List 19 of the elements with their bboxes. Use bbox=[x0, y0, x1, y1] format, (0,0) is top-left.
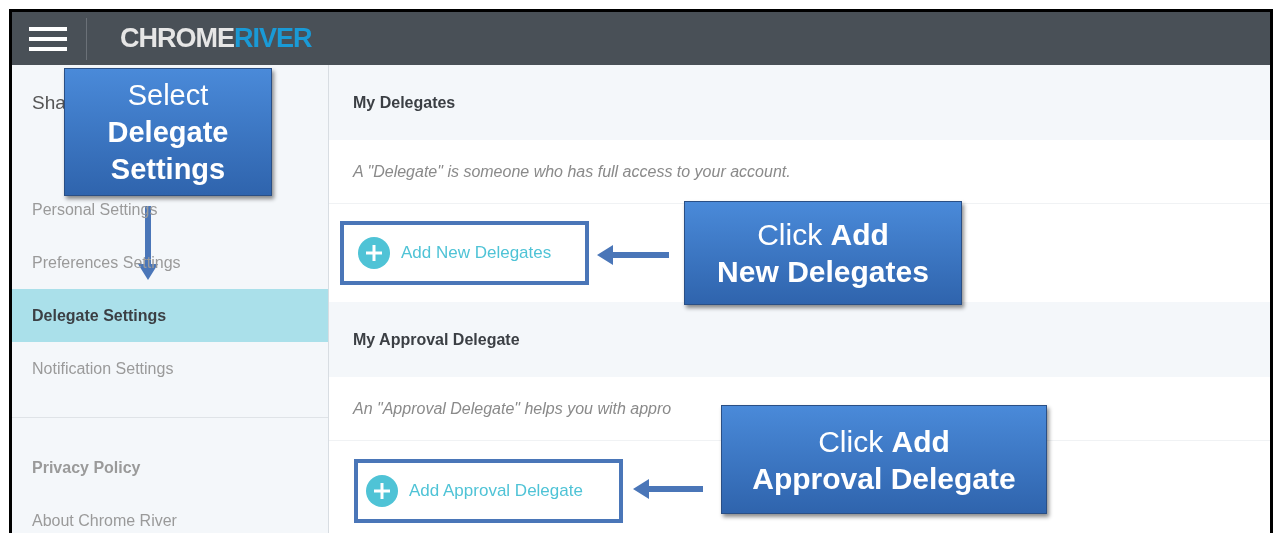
instruction-tooltip: Click Add New Delegates bbox=[684, 201, 962, 305]
plus-icon bbox=[366, 475, 398, 507]
section-title: My Delegates bbox=[353, 92, 456, 113]
instruction-tooltip: Click Add Approval Delegate bbox=[721, 405, 1047, 514]
left-arrow bbox=[597, 245, 669, 265]
left-arrow bbox=[633, 479, 703, 499]
add-delegate-button[interactable]: Add New Delegates bbox=[358, 237, 552, 269]
section-description: A "Delegate" is someone who has full access to your account. bbox=[353, 161, 791, 182]
instruction-tooltip: Select Delegate Settings bbox=[64, 68, 272, 196]
add-delegate-button[interactable]: Add Approval Delegate bbox=[366, 475, 583, 507]
sidebar-item[interactable]: Notification Settings bbox=[12, 342, 328, 395]
sidebar-item[interactable]: Delegate Settings bbox=[12, 289, 328, 342]
sidebar-link[interactable]: About Chrome River bbox=[12, 494, 328, 533]
section-description: An "Approval Delegate" helps you with appro bbox=[353, 398, 672, 419]
app-logo: CHROMERIVER bbox=[120, 22, 312, 56]
section-title: My Approval Delegate bbox=[353, 329, 520, 350]
sidebar-link[interactable]: Privacy Policy bbox=[12, 441, 328, 494]
plus-icon bbox=[358, 237, 390, 269]
menu-icon[interactable] bbox=[29, 25, 67, 52]
